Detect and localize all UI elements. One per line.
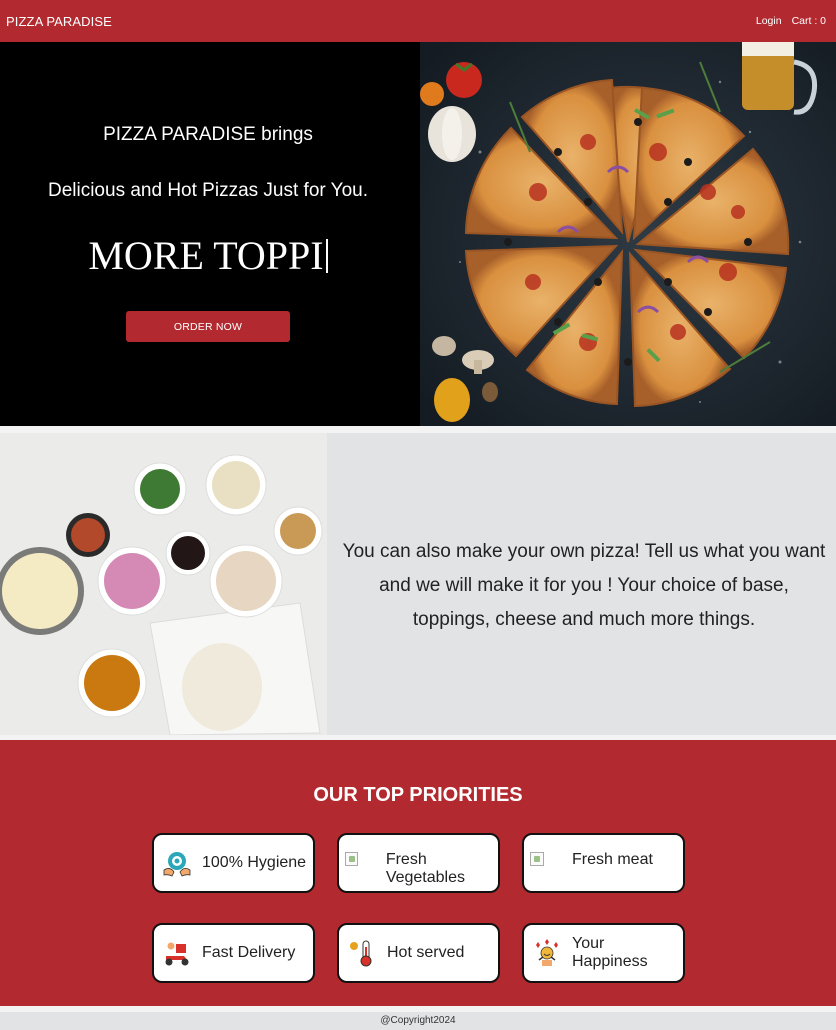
- priority-card-hot-served: Hot served: [337, 923, 500, 983]
- priority-label: Hot served: [387, 944, 465, 961]
- brand-logo[interactable]: PIZZA PARADISE: [6, 14, 112, 29]
- priorities-section: OUR TOP PRIORITIES 100% Hygiene Fresh Ve…: [0, 740, 836, 1006]
- priority-card-delivery: Fast Delivery: [152, 923, 315, 983]
- nav-links: Login Cart : 0: [756, 15, 826, 27]
- priority-label: 100% Hygiene: [202, 854, 307, 871]
- text-caret: [325, 239, 328, 273]
- hero-subtitle: Delicious and Hot Pizzas Just for You.: [47, 180, 368, 201]
- login-link[interactable]: Login: [756, 15, 782, 27]
- broken-image-icon: [345, 852, 358, 866]
- typewriter-text: MORE TOPPI: [0, 232, 416, 279]
- footer: @Copyright2024: [0, 1012, 836, 1030]
- happiness-icon: [532, 938, 562, 968]
- priority-label: Fresh meat: [572, 851, 653, 868]
- copyright-text: @Copyright2024: [380, 1015, 456, 1026]
- priority-label: Fresh Vegetables: [385, 851, 465, 886]
- broken-image-icon: [530, 852, 544, 866]
- custom-pizza-description: You can also make your own pizza! Tell u…: [342, 541, 826, 630]
- hero-text-panel: PIZZA PARADISE brings Delicious and Hot …: [0, 42, 420, 426]
- hygiene-icon: [162, 848, 192, 878]
- custom-pizza-section: You can also make your own pizza! Tell u…: [0, 433, 836, 735]
- navbar: PIZZA PARADISE Login Cart : 0: [0, 0, 836, 42]
- priority-card-hygiene: 100% Hygiene: [152, 833, 315, 893]
- priority-card-meat: Fresh meat: [522, 833, 685, 893]
- priority-label: Fast Delivery: [202, 944, 296, 961]
- order-now-button[interactable]: ORDER NOW: [126, 311, 290, 342]
- priority-card-vegetables: Fresh Vegetables: [337, 833, 500, 893]
- hero-section: PIZZA PARADISE brings Delicious and Hot …: [0, 42, 836, 426]
- ingredients-image: [0, 433, 327, 735]
- priorities-title: OUR TOP PRIORITIES: [313, 784, 523, 806]
- hero-tagline: PIZZA PARADISE brings: [103, 124, 313, 145]
- section-divider: [0, 426, 836, 433]
- cart-link[interactable]: Cart : 0: [792, 15, 826, 27]
- delivery-scooter-icon: [162, 938, 192, 968]
- priority-card-happiness: Your Happiness: [522, 923, 685, 983]
- priority-label: Your Happiness: [572, 935, 648, 970]
- thermometer-icon: [347, 938, 377, 968]
- pizza-hero-image: [420, 42, 836, 426]
